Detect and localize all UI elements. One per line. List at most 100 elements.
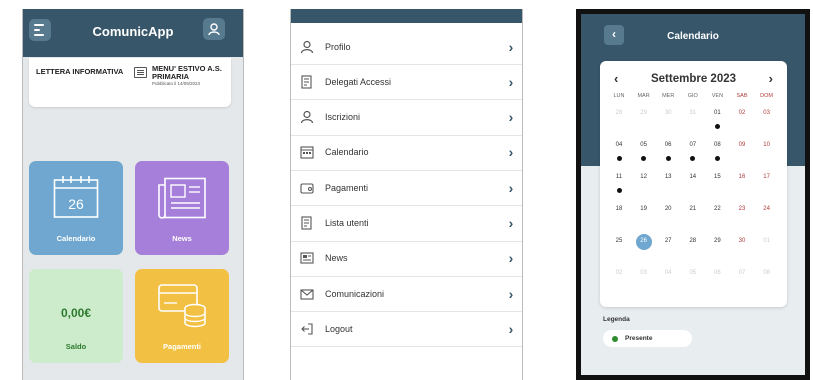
menu-item-label: Delegati Accessi	[325, 76, 392, 87]
calendar-day: 04	[664, 270, 672, 276]
calendar-day[interactable]: 25	[607, 238, 631, 244]
menu-item-calendario[interactable]: Calendario ›	[291, 135, 522, 171]
calendar-tile[interactable]: 26 Calendario	[29, 161, 123, 255]
news-tile-label: News	[172, 234, 192, 243]
calendar-day[interactable]: 13	[656, 174, 680, 180]
menu-item-comunicazioni[interactable]: Comunicazioni ›	[291, 276, 522, 313]
calendar-day[interactable]: 06	[656, 142, 680, 148]
balance-value: 0,00€	[60, 306, 92, 320]
chevron-right-icon: ›	[508, 109, 514, 126]
payments-tile[interactable]: Pagamenti	[135, 269, 229, 363]
calendar-day[interactable]: 24	[755, 206, 779, 212]
calendar-day[interactable]: 17	[755, 174, 779, 180]
newspaper-icon	[158, 177, 206, 219]
side-menu-screen: Profilo › Delegati Accessi › Iscrizioni › Cale…	[290, 9, 523, 380]
menu-item-label: Profilo	[325, 41, 351, 52]
menu-item-label: Comunicazioni	[325, 288, 385, 299]
calendar-day: 29	[640, 110, 647, 116]
menu-item-profilo[interactable]: Profilo ›	[291, 29, 522, 65]
calendar-day[interactable]: 08	[705, 142, 729, 148]
chevron-right-icon: ›	[508, 285, 514, 302]
calendar-widget: ‹ Settembre 2023 › LUN MAR MER GIO VEN SAB DOM…	[600, 61, 787, 307]
calendar-day[interactable]: 14	[681, 174, 705, 180]
calendar-day[interactable]: 12	[632, 174, 656, 180]
balance-tile[interactable]: 0,00€ Saldo	[29, 269, 123, 363]
calendar-day: 31	[689, 110, 697, 116]
calendar-screen: ‹ Calendario Legenda Presente ‹ Settembr…	[576, 9, 810, 380]
calendar-tile-label: Calendario	[56, 234, 96, 243]
menu-item-logout[interactable]: Logout ›	[291, 311, 522, 348]
calendar-day[interactable]: 11	[607, 174, 631, 180]
weekday-label: DOM	[760, 93, 774, 99]
calendar-day[interactable]: 04	[607, 142, 631, 148]
legend-item-label: Presente	[625, 335, 653, 342]
user-icon[interactable]	[203, 18, 225, 40]
menu-item-label: Logout	[325, 323, 353, 334]
calendar-day: 28	[615, 110, 623, 116]
calendar-day[interactable]: 26	[632, 238, 656, 244]
home-screen: ComunicApp LETTERA INFORMATIVA MENU' EST…	[22, 9, 244, 380]
chevron-right-icon: ›	[508, 38, 514, 55]
menu-item-label: Iscrizioni	[325, 112, 361, 123]
calendar-day[interactable]: 05	[632, 142, 656, 148]
chevron-right-icon: ›	[508, 320, 514, 337]
calendar-title: Calendario	[667, 31, 719, 42]
calendar-day[interactable]: 02	[730, 110, 754, 116]
calendar-day: 05	[689, 270, 697, 276]
balance-tile-label: Saldo	[65, 342, 87, 351]
news-tile[interactable]: News	[135, 161, 229, 255]
calendar-day[interactable]: 18	[607, 206, 631, 212]
calendar-day[interactable]: 30	[730, 238, 754, 244]
calendar-day[interactable]: 16	[730, 174, 754, 180]
weekday-label: LUN	[613, 93, 625, 99]
payments-tile-label: Pagamenti	[163, 342, 201, 351]
user-icon	[300, 110, 314, 124]
calendar-day[interactable]: 21	[681, 206, 705, 212]
news-card-right-title: MENU' ESTIVO A.S. PRIMARIA	[152, 65, 222, 81]
calendar-day[interactable]: 09	[730, 142, 754, 148]
present-marker	[616, 156, 622, 161]
weekday-label: SAB	[736, 93, 748, 99]
menu-item-delegati-accessi[interactable]: Delegati Accessi ›	[291, 64, 522, 101]
chevron-right-icon: ›	[508, 215, 514, 231]
menu-item-label: Pagamenti	[325, 182, 369, 193]
wallet-icon	[300, 181, 314, 195]
menu-item-pagamenti[interactable]: Pagamenti ›	[291, 170, 522, 207]
weekday-label: MER	[662, 93, 675, 99]
calendar-icon	[300, 145, 314, 159]
next-month-icon[interactable]: ›	[769, 71, 773, 86]
calendar-day[interactable]: 20	[656, 206, 680, 212]
calendar-day: 08	[763, 270, 770, 276]
chevron-right-icon: ›	[508, 179, 514, 196]
calendar-day[interactable]: 10	[755, 142, 779, 148]
menu-item-iscrizioni[interactable]: Iscrizioni ›	[291, 100, 522, 136]
menu-item-label: Calendario	[325, 147, 369, 158]
menu-item-label: Lista utenti	[325, 218, 369, 228]
menu-item-label: News	[325, 253, 348, 264]
calendar-day: 30	[664, 110, 672, 116]
news-card-line2: PRIMARIA	[152, 72, 190, 81]
payment-cards-icon	[158, 284, 206, 328]
calendar-day[interactable]: 07	[681, 142, 705, 148]
logout-icon	[300, 322, 314, 336]
calendar-day[interactable]: 22	[705, 206, 729, 212]
calendar-day[interactable]: 23	[730, 206, 754, 212]
calendar-day: 01	[763, 238, 770, 244]
menu-item-lista-utenti[interactable]: Lista utenti ›	[291, 206, 522, 242]
calendar-day[interactable]: 15	[705, 174, 729, 180]
menu-item-news[interactable]: News ›	[291, 241, 522, 277]
calendar-day[interactable]: 28	[681, 238, 705, 244]
calendar-day[interactable]: 19	[632, 206, 656, 212]
calendar-day[interactable]: 29	[705, 238, 729, 244]
chevron-right-icon: ›	[508, 73, 514, 90]
newspaper-icon	[134, 67, 147, 78]
news-card[interactable]: LETTERA INFORMATIVA MENU' ESTIVO A.S. PR…	[29, 58, 231, 107]
present-marker	[665, 156, 671, 161]
calendar-day[interactable]: 27	[656, 238, 680, 244]
calendar-day[interactable]: 03	[755, 110, 779, 116]
calendar-day: 06	[714, 270, 721, 276]
legend-item: Presente	[603, 330, 692, 347]
user-icon	[300, 40, 314, 54]
calendar-day[interactable]: 01	[705, 110, 729, 116]
calendar-day: 03	[640, 270, 647, 276]
